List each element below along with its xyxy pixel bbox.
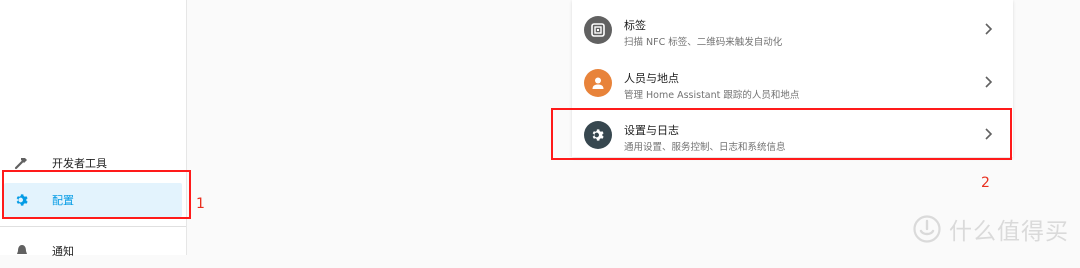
- row-description: 管理 Home Assistant 跟踪的人员和地点: [624, 90, 800, 101]
- annotation-number-1: 1: [196, 196, 205, 212]
- annotation-box-1: [2, 170, 191, 219]
- nfc-tag-icon: [584, 16, 612, 44]
- annotation-box-2: [551, 108, 1012, 160]
- sidebar-divider: [0, 226, 186, 227]
- sidebar-item-label: 开发者工具: [52, 157, 107, 170]
- row-title: 标签: [624, 19, 646, 32]
- watermark-logo-icon: [913, 215, 941, 243]
- person-icon: [584, 69, 612, 97]
- watermark: 什么值得买: [913, 213, 1069, 245]
- bell-icon: [17, 245, 27, 254]
- row-title: 人员与地点: [624, 72, 679, 85]
- settings-row-tags[interactable]: 标签 扫描 NFC 标签、二维码来触发自动化: [572, 6, 1013, 54]
- hammer-icon: [14, 158, 27, 170]
- settings-row-people[interactable]: 人员与地点 管理 Home Assistant 跟踪的人员和地点: [572, 59, 1013, 107]
- sidebar-item-notifications[interactable]: 通知: [4, 234, 182, 268]
- row-description: 扫描 NFC 标签、二维码来触发自动化: [624, 37, 783, 48]
- chevron-right-icon: [985, 23, 993, 35]
- watermark-text: 什么值得买: [949, 219, 1069, 245]
- sidebar-item-label: 通知: [52, 245, 74, 258]
- annotation-number-2: 2: [981, 175, 990, 191]
- chevron-right-icon: [985, 76, 993, 88]
